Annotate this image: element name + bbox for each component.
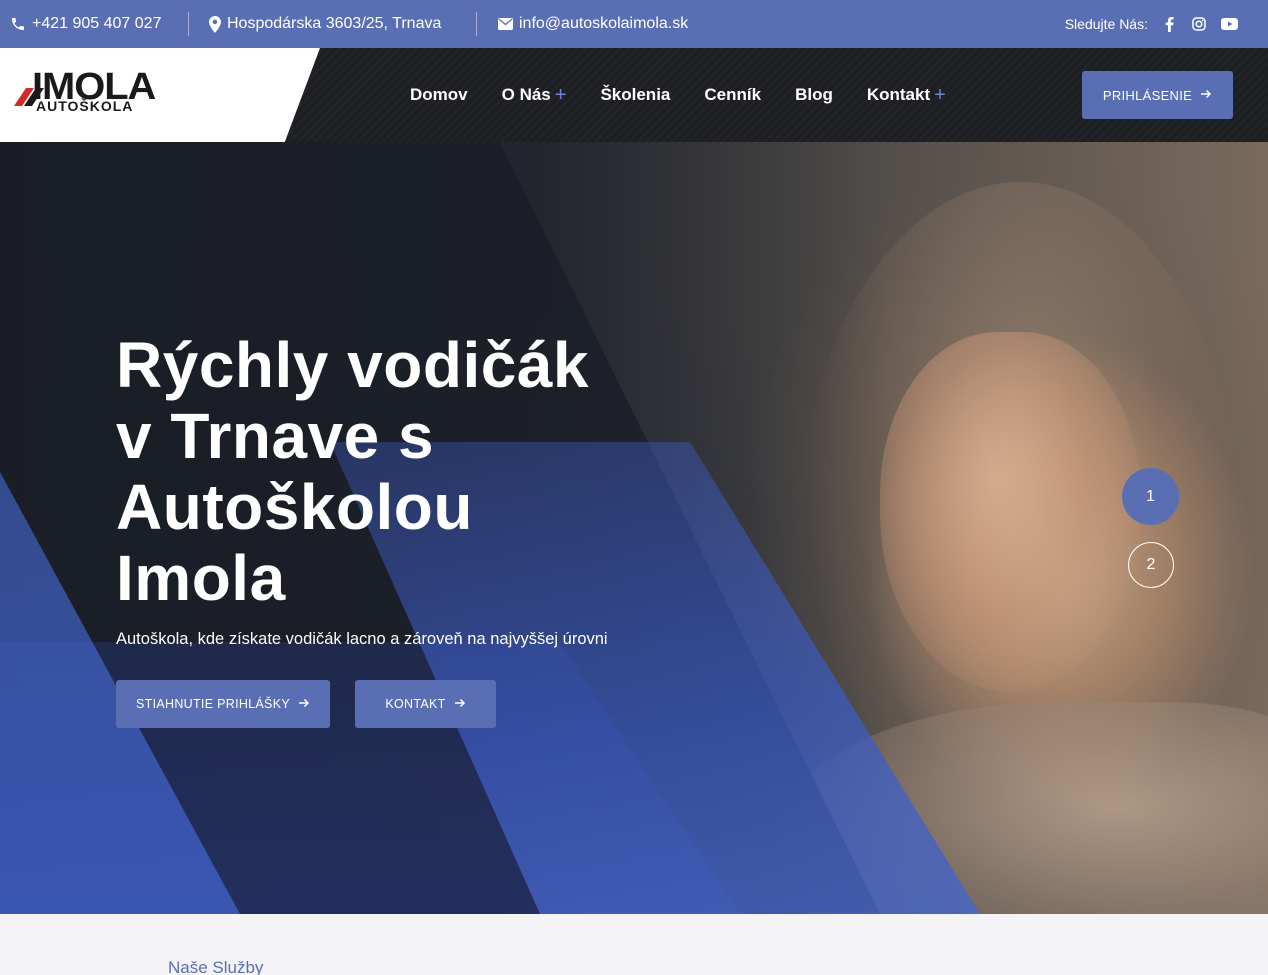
nav-item-label: Cenník bbox=[704, 85, 762, 104]
contact-button[interactable]: KONTAKT bbox=[355, 680, 496, 728]
slide-indicator-1[interactable]: 1 bbox=[1122, 468, 1179, 525]
hero-title-line: Autoškolou bbox=[116, 471, 473, 543]
social-links: Sledujte Nás: bbox=[1065, 0, 1238, 48]
logo-subtitle: AUTOŠKOLA bbox=[36, 98, 134, 114]
nav-item-skolenia[interactable]: Školenia bbox=[600, 85, 670, 105]
nav-item-domov[interactable]: Domov bbox=[410, 85, 468, 105]
phone-number: +421 905 407 027 bbox=[32, 15, 162, 32]
envelope-icon bbox=[498, 18, 513, 30]
follow-label: Sledujte Nás: bbox=[1064, 16, 1148, 32]
download-button-label: STIAHNUTIE PRIHLÁŠKY bbox=[136, 697, 290, 711]
divider bbox=[188, 12, 189, 36]
top-bar: +421 905 407 027 Hospodárska 3603/25, Tr… bbox=[0, 0, 1268, 48]
nav-item-o-nas[interactable]: O Nás + bbox=[502, 84, 567, 107]
login-button-label: PRIHLÁSENIE bbox=[1102, 87, 1193, 103]
download-application-button[interactable]: STIAHNUTIE PRIHLÁŠKY bbox=[116, 680, 330, 728]
hero-subtitle: Autoškola, kde získate vodičák lacno a z… bbox=[116, 630, 608, 648]
site-logo[interactable]: IMOLA AUTOŠKOLA bbox=[10, 66, 186, 120]
nav-item-label: Školenia bbox=[600, 85, 671, 104]
address-contact[interactable]: Hospodárska 3603/25, Trnava bbox=[209, 0, 441, 48]
nav-item-label: Kontakt bbox=[866, 85, 931, 104]
phone-icon bbox=[10, 16, 26, 32]
slide-indicator-2[interactable]: 2 bbox=[1128, 542, 1174, 588]
phone-contact[interactable]: +421 905 407 027 bbox=[10, 0, 161, 48]
login-button[interactable]: PRIHLÁSENIE bbox=[1082, 71, 1233, 119]
divider bbox=[476, 12, 477, 36]
nav-item-label: O Nás bbox=[501, 85, 551, 104]
hero-title-line: Rýchly vodičák bbox=[116, 329, 589, 401]
hero-title-line: v Trnave s bbox=[116, 400, 435, 472]
email-contact[interactable]: info@autoskolaimola.sk bbox=[498, 0, 688, 48]
hero-title: Rýchly vodičák v Trnave s Autoškolou Imo… bbox=[116, 330, 676, 614]
arrow-right-icon bbox=[298, 696, 310, 712]
contact-button-label: KONTAKT bbox=[385, 697, 446, 711]
facebook-icon[interactable] bbox=[1160, 15, 1178, 33]
nav-item-blog[interactable]: Blog bbox=[795, 85, 833, 105]
email-address: info@autoskolaimola.sk bbox=[519, 15, 689, 32]
nav-item-label: Blog bbox=[795, 85, 833, 104]
address-text: Hospodárska 3603/25, Trnava bbox=[227, 15, 442, 32]
nav-menu: Domov O Nás + Školenia Cenník Blog Konta… bbox=[410, 48, 980, 142]
hero-banner: Rýchly vodičák v Trnave s Autoškolou Imo… bbox=[0, 142, 1268, 914]
nav-item-kontakt[interactable]: Kontakt + bbox=[867, 84, 946, 107]
services-section: Naše Služby bbox=[0, 914, 1268, 975]
instagram-icon[interactable] bbox=[1190, 15, 1208, 33]
location-pin-icon bbox=[209, 15, 221, 33]
youtube-icon[interactable] bbox=[1220, 15, 1238, 33]
nav-item-label: Domov bbox=[410, 85, 468, 104]
services-heading: Naše Služby bbox=[168, 958, 264, 975]
nav-item-cennik[interactable]: Cenník bbox=[704, 85, 761, 105]
expand-plus-icon[interactable]: + bbox=[555, 84, 567, 107]
arrow-right-icon bbox=[454, 696, 466, 712]
expand-plus-icon[interactable]: + bbox=[934, 84, 946, 107]
main-navigation: IMOLA AUTOŠKOLA Domov O Nás + Školenia C… bbox=[0, 48, 1268, 142]
arrow-right-icon bbox=[1200, 87, 1212, 103]
hero-title-line: Imola bbox=[116, 542, 286, 614]
